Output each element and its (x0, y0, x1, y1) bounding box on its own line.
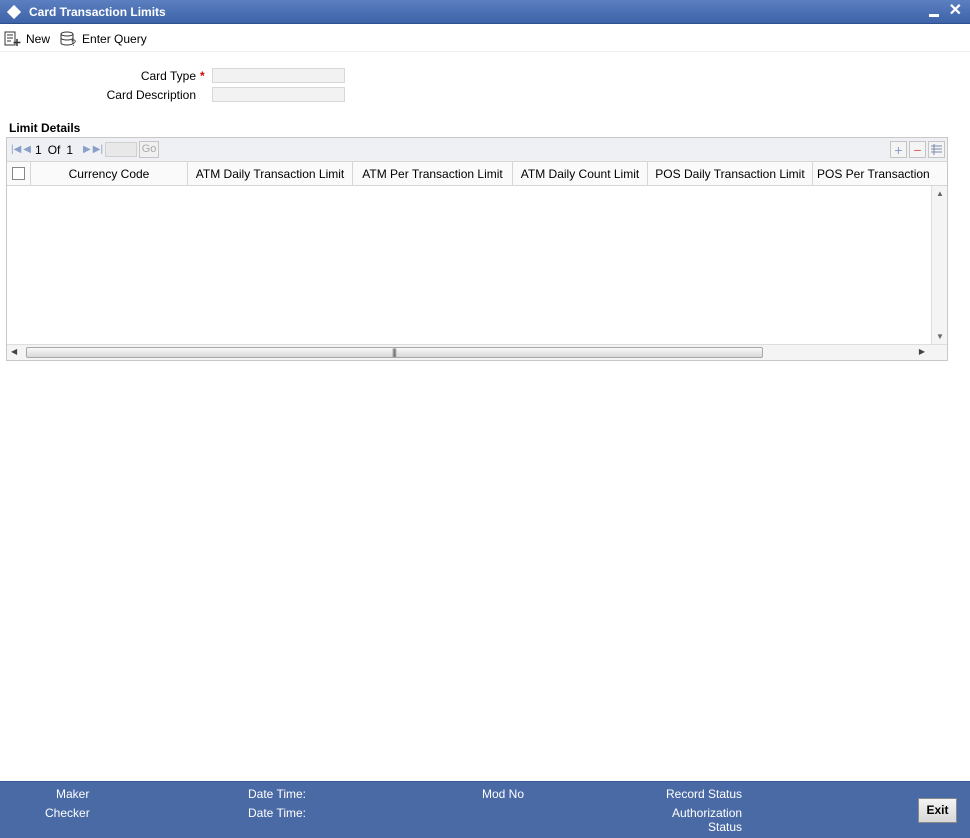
maker-label: Maker (56, 787, 90, 801)
scroll-left-icon[interactable]: ◀ (11, 347, 17, 356)
delete-row-icon[interactable]: − (909, 141, 926, 158)
new-button-label: New (26, 31, 51, 46)
enter-query-button-label: Enter Query (82, 31, 147, 46)
next-page-icon[interactable]: ▶ (83, 144, 91, 155)
mod-no-label: Mod No (482, 787, 525, 801)
total-pages: 1 (66, 142, 74, 157)
select-all-checkbox[interactable] (12, 167, 25, 180)
card-description-row: Card Description (0, 87, 345, 102)
app-diamond-icon (6, 4, 22, 19)
audit-footer: Maker Checker Date Time: Date Time: Mod … (0, 781, 970, 838)
authorization-status-label: Status (708, 820, 743, 834)
first-page-icon[interactable]: |◀ (11, 144, 21, 155)
scroll-up-icon[interactable]: ▲ (936, 189, 944, 198)
close-icon[interactable]: ✕ (949, 2, 962, 20)
column-header-pos-daily-transaction-limit[interactable]: POS Daily Transaction Limit (648, 162, 813, 185)
page-of-label: Of (47, 142, 61, 157)
query-database-icon: ? (60, 31, 76, 47)
toolbar: New ? Enter Query (0, 26, 970, 52)
card-description-label: Card Description (106, 87, 196, 102)
card-type-row: Card Type * (0, 68, 345, 83)
previous-page-icon[interactable]: ◀ (23, 144, 31, 155)
window-titlebar: Card Transaction Limits ✕ (0, 0, 970, 24)
current-page: 1 (35, 142, 42, 157)
new-document-icon (4, 31, 21, 46)
vertical-scrollbar[interactable]: ▲ ▼ (931, 186, 947, 344)
enter-query-button[interactable]: ? Enter Query (60, 31, 147, 47)
scroll-down-icon[interactable]: ▼ (936, 332, 944, 341)
checker-label: Checker (45, 806, 90, 820)
window-title: Card Transaction Limits (29, 4, 166, 19)
go-button[interactable]: Go (139, 141, 160, 158)
add-row-icon[interactable]: + (890, 141, 907, 158)
last-page-icon[interactable]: ▶| (93, 144, 103, 155)
required-marker: * (200, 68, 205, 83)
card-type-input[interactable] (212, 68, 345, 83)
column-header-pos-per-transaction[interactable]: POS Per Transaction (813, 162, 947, 185)
select-all-checkbox-cell (7, 162, 31, 185)
authorization-label: Authorization (672, 806, 743, 820)
column-header-atm-daily-count-limit[interactable]: ATM Daily Count Limit (513, 162, 648, 185)
maker-date-time-label: Date Time: (248, 787, 307, 801)
card-type-label: Card Type (140, 68, 196, 83)
card-description-input[interactable] (212, 87, 345, 102)
grid-header: Currency Code ATM Daily Transaction Limi… (7, 162, 947, 186)
checker-date-time-label: Date Time: (248, 806, 307, 820)
svg-text:?: ? (71, 38, 76, 47)
exit-button[interactable]: Exit (918, 798, 957, 823)
scroll-grip-icon: ||| (392, 347, 397, 357)
horizontal-scroll-thumb[interactable]: ||| (26, 347, 763, 358)
grid-pager: |◀ ◀ 1 Of 1 ▶ ▶| Go + − (7, 138, 947, 162)
new-button[interactable]: New (4, 31, 50, 47)
page-number-input[interactable] (105, 142, 138, 157)
horizontal-scrollbar[interactable]: ◀ ||| ▶ (7, 344, 947, 360)
minimize-icon[interactable] (928, 13, 939, 17)
limit-details-grid: |◀ ◀ 1 Of 1 ▶ ▶| Go + − Currency Code AT… (6, 137, 948, 361)
single-view-icon[interactable] (928, 141, 945, 158)
column-header-atm-per-transaction-limit[interactable]: ATM Per Transaction Limit (353, 162, 513, 185)
scroll-right-icon[interactable]: ▶ (919, 347, 925, 356)
column-header-currency-code[interactable]: Currency Code (31, 162, 188, 185)
record-status-label: Record Status (666, 787, 743, 801)
limit-details-title: Limit Details (9, 121, 81, 135)
column-header-atm-daily-transaction-limit[interactable]: ATM Daily Transaction Limit (188, 162, 353, 185)
